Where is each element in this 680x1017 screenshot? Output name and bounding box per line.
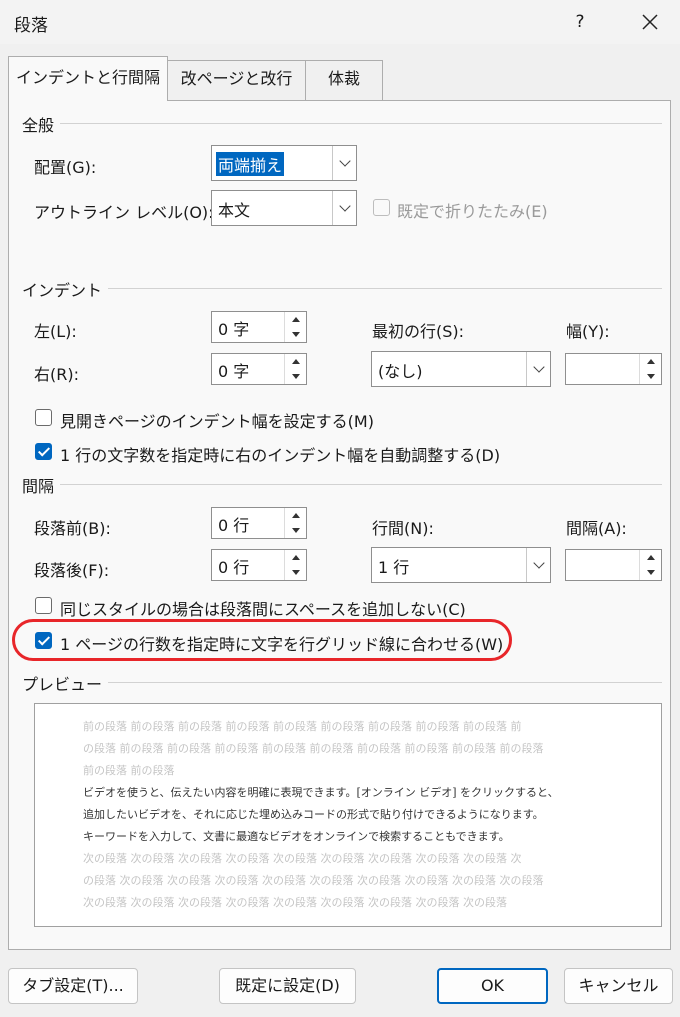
cancel-button[interactable]: キャンセル <box>564 968 673 1004</box>
set-default-button[interactable]: 既定に設定(D) <box>219 968 356 1004</box>
group-divider <box>22 682 662 683</box>
close-button[interactable] <box>625 4 675 40</box>
preview-sample-line: キーワードを入力して、文書に最適なビデオをオンラインで検索することもできます。 <box>83 830 510 843</box>
preview-sample-line: ビデオを使うと、伝えたい内容を明確に表現できます。[オンライン ビデオ] をクリ… <box>83 786 559 799</box>
close-icon <box>642 14 658 30</box>
help-button[interactable]: ? <box>555 4 605 40</box>
indent-left-label: 左(L): <box>34 322 77 341</box>
group-divider <box>22 123 662 124</box>
indent-left-value: 0 字 <box>218 320 250 339</box>
preview-pane: 前の段落 前の段落 前の段落 前の段落 前の段落 前の段落 前の段落 前の段落 … <box>34 703 662 927</box>
alignment-value: 両端揃え <box>216 152 285 176</box>
collapse-checkbox[interactable] <box>373 199 390 216</box>
group-heading-indent: インデント <box>22 277 109 301</box>
line-spacing-label: 行間(N): <box>372 519 434 538</box>
first-line-select[interactable]: (なし) <box>371 351 551 387</box>
spin-down-icon[interactable] <box>285 327 306 342</box>
indent-width-spinner[interactable] <box>565 353 662 385</box>
auto-adjust-indent-label: 1 行の文字数を指定時に右のインデント幅を自動調整する(D) <box>60 446 501 465</box>
preview-prev-line: 前の段落 前の段落 <box>83 764 175 777</box>
first-line-label: 最初の行(S): <box>372 322 465 341</box>
tabs-settings-button[interactable]: タブ設定(T)... <box>8 968 138 1004</box>
first-line-value: (なし) <box>378 362 423 381</box>
alignment-label: 配置(G): <box>34 158 97 177</box>
highlight-annotation <box>12 619 512 661</box>
dialog-title: 段落 <box>14 16 48 36</box>
group-heading-spacing: 間隔 <box>22 473 61 497</box>
preview-sample-line: 追加したいビデオを、それに応じた埋め込みコードの形式で貼り付けできるようになりま… <box>83 808 544 821</box>
spin-down-icon[interactable] <box>640 369 661 384</box>
tab-line-page-breaks[interactable]: 改ページと改行 <box>167 60 306 100</box>
spacing-at-label: 間隔(A): <box>566 519 627 538</box>
indent-width-label: 幅(Y): <box>566 322 610 341</box>
no-space-same-style-label: 同じスタイルの場合は段落間にスペースを追加しない(C) <box>60 600 466 619</box>
group-heading-general: 全般 <box>22 112 61 136</box>
space-after-spinner[interactable]: 0 行 <box>211 549 307 581</box>
ok-button[interactable]: OK <box>437 968 548 1004</box>
preview-next-line: 次の段落 次の段落 次の段落 次の段落 次の段落 次の段落 次の段落 次の段落 … <box>83 852 522 865</box>
tab-indent-spacing[interactable]: インデントと行間隔 <box>8 56 168 101</box>
title-bar: 段落 ? <box>0 0 680 44</box>
spin-up-icon[interactable] <box>285 312 306 327</box>
chevron-down-icon <box>332 191 356 225</box>
mirror-indent-label: 見開きページのインデント幅を設定する(M) <box>60 412 374 431</box>
collapse-label: 既定で折りたたみ(E) <box>397 202 548 221</box>
indent-right-value: 0 字 <box>218 362 250 381</box>
spacing-at-spinner[interactable] <box>565 549 662 581</box>
spin-up-icon[interactable] <box>285 354 306 369</box>
line-spacing-value: 1 行 <box>378 558 410 577</box>
alignment-select[interactable]: 両端揃え <box>211 145 357 181</box>
spin-down-icon[interactable] <box>640 565 661 580</box>
mirror-indent-checkbox[interactable] <box>35 409 52 426</box>
space-before-spinner[interactable]: 0 行 <box>211 507 307 539</box>
auto-adjust-indent-checkbox[interactable] <box>35 443 52 460</box>
line-spacing-select[interactable]: 1 行 <box>371 547 551 583</box>
spin-up-icon[interactable] <box>640 354 661 369</box>
no-space-same-style-checkbox[interactable] <box>35 597 52 614</box>
spin-down-icon[interactable] <box>285 565 306 580</box>
space-after-label: 段落後(F): <box>34 561 110 580</box>
spin-down-icon[interactable] <box>285 369 306 384</box>
outline-level-label: アウトライン レベル(O): <box>34 203 214 222</box>
chevron-down-icon <box>526 548 550 582</box>
group-heading-preview: プレビュー <box>22 671 109 695</box>
indent-right-label: 右(R): <box>34 365 79 384</box>
tab-asian-typography[interactable]: 体裁 <box>305 60 383 100</box>
space-before-label: 段落前(B): <box>34 519 111 538</box>
space-after-value: 0 行 <box>218 558 250 577</box>
preview-prev-line: 前の段落 前の段落 前の段落 前の段落 前の段落 前の段落 前の段落 前の段落 … <box>83 720 522 733</box>
preview-prev-line: の段落 前の段落 前の段落 前の段落 前の段落 前の段落 前の段落 前の段落 前… <box>83 742 544 755</box>
outline-level-value: 本文 <box>218 201 251 220</box>
outline-level-select[interactable]: 本文 <box>211 190 357 226</box>
chevron-down-icon <box>526 352 550 386</box>
preview-next-line: 次の段落 次の段落 次の段落 次の段落 次の段落 次の段落 次の段落 次の段落 … <box>83 896 507 909</box>
spin-up-icon[interactable] <box>285 550 306 565</box>
spin-down-icon[interactable] <box>285 523 306 538</box>
group-divider <box>22 288 662 289</box>
space-before-value: 0 行 <box>218 516 250 535</box>
indent-left-spinner[interactable]: 0 字 <box>211 311 307 343</box>
indent-right-spinner[interactable]: 0 字 <box>211 353 307 385</box>
chevron-down-icon <box>332 146 356 180</box>
spin-up-icon[interactable] <box>285 508 306 523</box>
spin-up-icon[interactable] <box>640 550 661 565</box>
preview-next-line: の段落 次の段落 次の段落 次の段落 次の段落 次の段落 次の段落 次の段落 次… <box>83 874 544 887</box>
group-divider <box>22 484 662 485</box>
